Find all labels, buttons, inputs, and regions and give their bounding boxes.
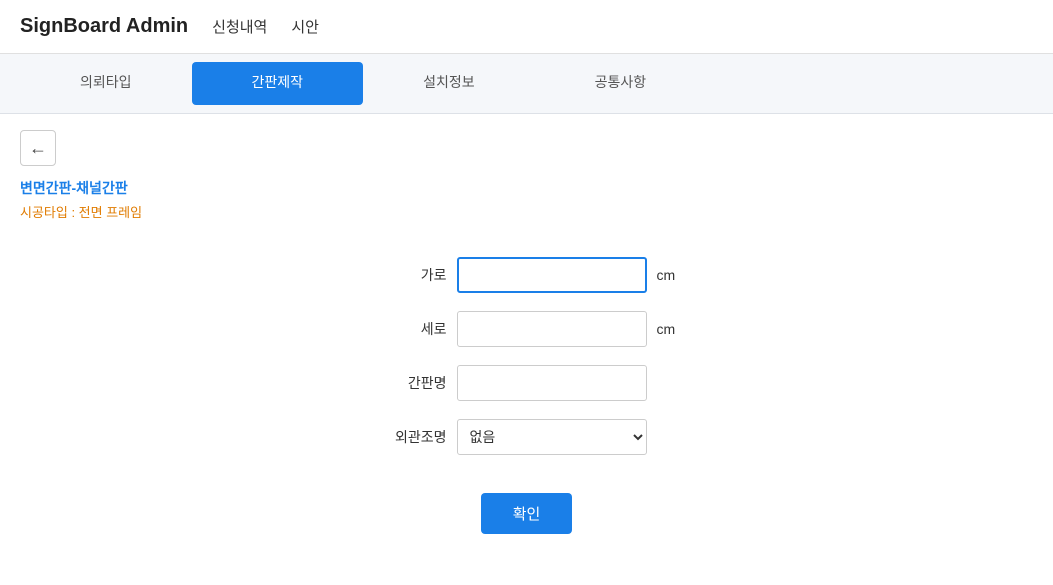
back-button[interactable]: ← (20, 130, 56, 166)
width-input[interactable] (457, 257, 647, 293)
height-unit: cm (657, 321, 687, 337)
tabs-bar: 의뢰타입 간판제작 설치정보 공통사항 (0, 54, 1053, 114)
header: SignBoard Admin 신청내역 시안 (0, 0, 1053, 54)
signname-label: 간판명 (367, 373, 447, 393)
type-label: 변면간판-채널간판 (20, 178, 1033, 198)
nav-item-request[interactable]: 신청내역 (208, 14, 271, 39)
height-label: 세로 (367, 319, 447, 339)
tab-install-info[interactable]: 설치정보 (363, 56, 535, 111)
nav-item-draft[interactable]: 시안 (287, 14, 323, 39)
tab-common[interactable]: 공통사항 (535, 56, 707, 111)
appearance-select[interactable]: 없음 있음 (457, 419, 647, 455)
tab-signboard-make[interactable]: 간판제작 (192, 62, 364, 105)
subtype-label: 시공타입 : 전면 프레임 (20, 202, 1033, 221)
width-unit: cm (657, 267, 687, 283)
tab-request-type[interactable]: 의뢰타입 (20, 56, 192, 111)
height-input[interactable] (457, 311, 647, 347)
confirm-button[interactable]: 확인 (481, 493, 573, 534)
width-row: 가로 cm (367, 257, 687, 293)
signname-input[interactable] (457, 365, 647, 401)
header-nav: 신청내역 시안 (208, 14, 323, 39)
form-section: 가로 cm 세로 cm 간판명 외관조명 없음 있음 확인 (0, 237, 1053, 554)
appearance-row: 외관조명 없음 있음 (367, 419, 687, 455)
back-section: ← (0, 114, 1053, 174)
height-row: 세로 cm (367, 311, 687, 347)
signname-row: 간판명 (367, 365, 687, 401)
info-section: 변면간판-채널간판 시공타입 : 전면 프레임 (0, 174, 1053, 237)
width-label: 가로 (367, 265, 447, 285)
app-title: SignBoard Admin (20, 15, 188, 38)
appearance-label: 외관조명 (367, 427, 447, 447)
